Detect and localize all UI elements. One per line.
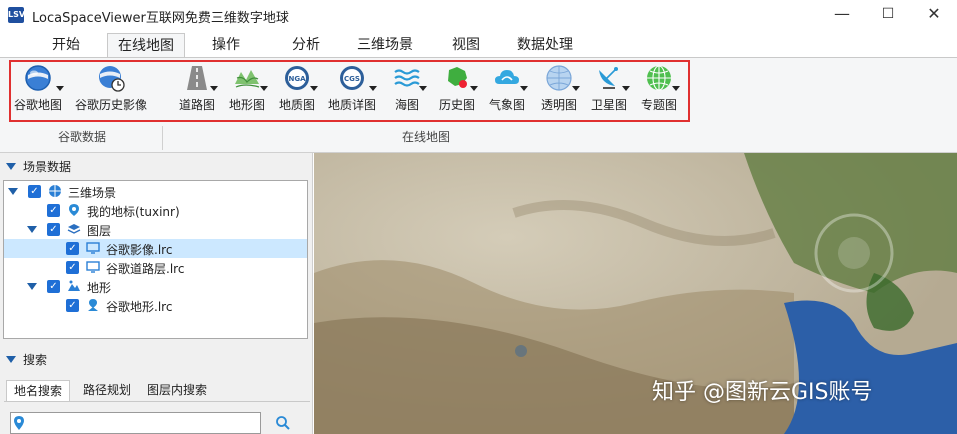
expand-arrow-icon[interactable] (27, 283, 37, 290)
tree-node-label: 谷歌地形.lrc (106, 300, 173, 314)
tree-checkbox[interactable]: ✓ (47, 223, 60, 236)
tree-node[interactable]: ✓ 三维场景 (4, 182, 307, 201)
tab-route-planning[interactable]: 路径规划 (76, 380, 138, 402)
group-separator (162, 126, 163, 150)
tree-node-label: 我的地标(tuxinr) (87, 205, 180, 219)
tree-node[interactable]: ✓ 图层 (4, 220, 307, 239)
search-icon[interactable] (275, 415, 291, 431)
expand-arrow-icon[interactable] (27, 226, 37, 233)
tab-3d-scene[interactable]: 三维场景 (347, 33, 423, 58)
tree-checkbox[interactable]: ✓ (47, 204, 60, 217)
tab-operation[interactable]: 操作 (202, 33, 250, 58)
tab-data-processing[interactable]: 数据处理 (507, 33, 583, 58)
group-label-google: 谷歌数据 (58, 130, 107, 144)
tab-place-search[interactable]: 地名搜索 (6, 380, 71, 402)
scene-tree: ✓ 三维场景 ✓ 我的地标(tuxinr) ✓ 图层 ✓ 谷歌影像.lrc ✓ 谷歌道路层.lrc… (3, 180, 308, 339)
minimize-button[interactable]: — (819, 0, 865, 30)
tree-node[interactable]: ✓ 谷歌道路层.lrc (4, 258, 307, 277)
watermark-text: 知乎 @图新云GIS账号 (652, 380, 873, 405)
tab-online-map[interactable]: 在线地图 (107, 33, 185, 58)
maximize-button[interactable]: ☐ (865, 0, 911, 30)
tree-checkbox[interactable]: ✓ (66, 242, 79, 255)
tree-checkbox[interactable]: ✓ (66, 299, 79, 312)
tree-node[interactable]: ✓ 谷歌地形.lrc (4, 296, 307, 315)
window-title: LocaSpaceViewer互联网免费三维数字地球 (32, 11, 289, 26)
tree-node-label: 三维场景 (68, 186, 117, 200)
tab-layer-search[interactable]: 图层内搜索 (140, 380, 214, 402)
tree-node[interactable]: ✓ 我的地标(tuxinr) (4, 201, 307, 220)
tree-node-label: 谷歌影像.lrc (106, 243, 173, 257)
tab-start[interactable]: 开始 (42, 33, 90, 58)
scene-data-header[interactable]: 场景数据 (6, 158, 71, 175)
place-search-input[interactable] (10, 412, 261, 434)
tree-checkbox[interactable]: ✓ (47, 280, 60, 293)
highlight-box (9, 60, 690, 122)
close-button[interactable]: ✕ (911, 0, 957, 30)
app-logo-icon: LSV (8, 7, 25, 23)
tree-node[interactable]: ✓ 地形 (4, 277, 307, 296)
tab-analysis[interactable]: 分析 (282, 33, 330, 58)
tab-divider (4, 401, 310, 402)
tree-node-label: 图层 (87, 224, 112, 238)
tab-view[interactable]: 视图 (442, 33, 490, 58)
location-pin-icon (14, 416, 24, 430)
search-header[interactable]: 搜索 (6, 351, 47, 368)
tree-node-label: 地形 (87, 281, 112, 295)
tree-checkbox[interactable]: ✓ (66, 261, 79, 274)
collapse-arrow-icon (6, 356, 16, 363)
group-label-online: 在线地图 (402, 130, 451, 144)
search-title: 搜索 (23, 353, 48, 367)
collapse-arrow-icon (6, 163, 16, 170)
tree-node[interactable]: ✓ 谷歌影像.lrc (4, 239, 307, 258)
tree-node-label: 谷歌道路层.lrc (106, 262, 185, 276)
expand-arrow-icon[interactable] (8, 188, 18, 195)
scene-data-title: 场景数据 (23, 160, 72, 174)
tree-checkbox[interactable]: ✓ (28, 185, 41, 198)
